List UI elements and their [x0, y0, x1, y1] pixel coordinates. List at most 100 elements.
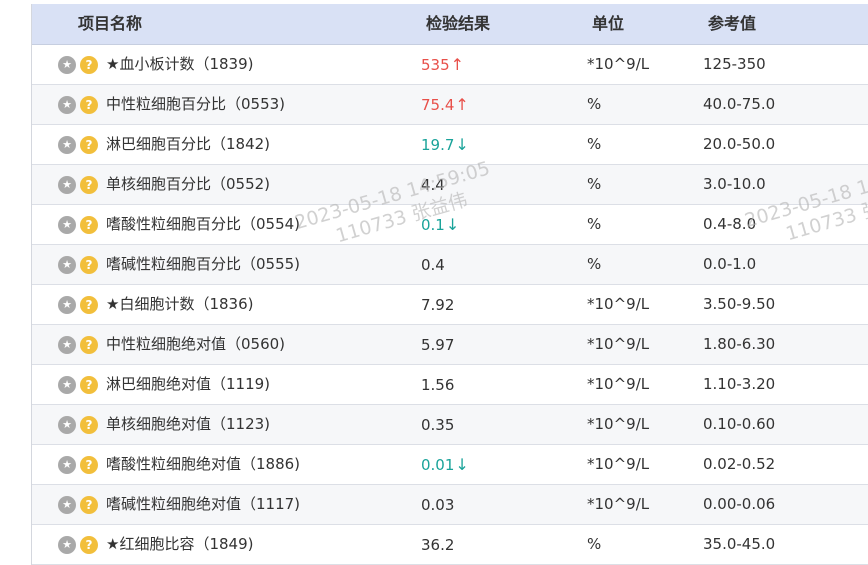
- reference-range: 0.4-8.0: [703, 215, 757, 233]
- favorite-star-icon[interactable]: ★: [58, 56, 76, 74]
- unit: %: [587, 175, 602, 193]
- header-result: 检验结果: [426, 14, 491, 33]
- table-row[interactable]: ★? 嗜酸性粒细胞百分比（0554) 0.1↓% 0.4-8.0: [32, 205, 868, 245]
- result-value: 0.1↓: [421, 205, 459, 245]
- result-value: 7.92: [421, 285, 455, 325]
- favorite-star-icon[interactable]: ★: [58, 176, 76, 194]
- help-icon[interactable]: ?: [80, 216, 98, 234]
- help-icon[interactable]: ?: [80, 336, 98, 354]
- result-value: 0.03: [421, 485, 455, 525]
- table-row[interactable]: ★? 中性粒细胞百分比（0553) 75.4↑% 40.0-75.0: [32, 85, 868, 125]
- item-name: 中性粒细胞绝对值（0560): [106, 335, 286, 353]
- result-number: 0.1: [421, 216, 445, 234]
- item-name: 单核细胞绝对值（1123): [106, 415, 271, 433]
- reference-range: 0.10-0.60: [703, 415, 776, 433]
- result-number: 4.4: [421, 176, 445, 194]
- arrow-up-icon: ↑: [450, 55, 465, 74]
- favorite-star-icon[interactable]: ★: [58, 96, 76, 114]
- favorite-star-icon[interactable]: ★: [58, 416, 76, 434]
- table-row[interactable]: ★? 淋巴细胞百分比（1842) 19.7↓% 20.0-50.0: [32, 125, 868, 165]
- arrow-down-icon: ↓: [445, 215, 460, 234]
- reference-range: 20.0-50.0: [703, 135, 776, 153]
- unit: *10^9/L: [587, 335, 650, 353]
- table-row[interactable]: ★? 中性粒细胞绝对值（0560) 5.97 *10^9/L 1.80-6.30: [32, 325, 868, 365]
- item-name: 淋巴细胞百分比（1842): [106, 135, 271, 153]
- unit: *10^9/L: [587, 375, 650, 393]
- table-row[interactable]: ★? ★白细胞计数（1836) 7.92 *10^9/L 3.50-9.50: [32, 285, 868, 325]
- table-row[interactable]: ★? 淋巴细胞绝对值（1119) 1.56 *10^9/L 1.10-3.20: [32, 365, 868, 405]
- favorite-star-icon[interactable]: ★: [58, 336, 76, 354]
- arrow-down-icon: ↓: [455, 135, 469, 154]
- table-row[interactable]: ★? 嗜酸性粒细胞绝对值（1886) 0.01↓ *10^9/L 0.02-0.52: [32, 445, 868, 485]
- unit: %: [587, 135, 602, 153]
- reference-range: 1.80-6.30: [703, 335, 776, 353]
- unit: %: [587, 535, 602, 553]
- help-icon[interactable]: ?: [80, 536, 98, 554]
- item-name: ★红细胞比容（1849): [106, 535, 254, 553]
- table-row[interactable]: ★? ★血小板计数（1839) 535↑ *10^9/L 125-350: [32, 45, 868, 85]
- header-name: 项目名称: [78, 14, 143, 33]
- item-name: 中性粒细胞百分比（0553): [106, 95, 286, 113]
- result-value: 1.56: [421, 365, 455, 405]
- help-icon[interactable]: ?: [80, 496, 98, 514]
- result-number: 0.01: [421, 456, 455, 474]
- table-row[interactable]: ★? 单核细胞绝对值（1123) 0.35 *10^9/L 0.10-0.60: [32, 405, 868, 445]
- unit: *10^9/L: [587, 415, 650, 433]
- reference-range: 0.0-1.0: [703, 255, 757, 273]
- arrow-down-icon: ↓: [455, 455, 469, 474]
- result-number: 36.2: [421, 536, 455, 554]
- favorite-star-icon[interactable]: ★: [58, 256, 76, 274]
- result-value: 5.97: [421, 325, 455, 365]
- help-icon[interactable]: ?: [80, 296, 98, 314]
- help-icon[interactable]: ?: [80, 256, 98, 274]
- arrow-up-icon: ↑: [455, 95, 469, 114]
- table-body: ★? ★血小板计数（1839) 535↑ *10^9/L 125-350 ★? 中性粒细胞百…: [32, 45, 868, 565]
- help-icon[interactable]: ?: [80, 376, 98, 394]
- header-unit: 单位: [592, 14, 625, 33]
- item-name: 嗜酸性粒细胞百分比（0554): [106, 215, 301, 233]
- result-value: 36.2: [421, 525, 455, 565]
- help-icon[interactable]: ?: [80, 96, 98, 114]
- favorite-star-icon[interactable]: ★: [58, 376, 76, 394]
- table-row[interactable]: ★? ★红细胞比容（1849) 36.2% 35.0-45.0: [32, 525, 868, 565]
- result-number: 7.92: [421, 296, 455, 314]
- reference-range: 0.00-0.06: [703, 495, 776, 513]
- reference-range: 3.50-9.50: [703, 295, 776, 313]
- result-number: 19.7: [421, 136, 455, 154]
- favorite-star-icon[interactable]: ★: [58, 536, 76, 554]
- lab-results-table: 项目名称 检验结果 单位 参考值 ★? ★血小板计数（1839) 535↑ *10^9…: [31, 4, 868, 565]
- favorite-star-icon[interactable]: ★: [58, 496, 76, 514]
- help-icon[interactable]: ?: [80, 416, 98, 434]
- help-icon[interactable]: ?: [80, 176, 98, 194]
- item-name: ★血小板计数（1839): [106, 55, 254, 73]
- reference-range: 40.0-75.0: [703, 95, 776, 113]
- result-value: 535↑: [421, 45, 464, 85]
- reference-range: 125-350: [703, 55, 766, 73]
- result-number: 535: [421, 56, 450, 74]
- table-header: 项目名称 检验结果 单位 参考值: [32, 4, 868, 45]
- help-icon[interactable]: ?: [80, 56, 98, 74]
- item-name: ★白细胞计数（1836): [106, 295, 254, 313]
- help-icon[interactable]: ?: [80, 456, 98, 474]
- result-number: 5.97: [421, 336, 455, 354]
- item-name: 淋巴细胞绝对值（1119): [106, 375, 271, 393]
- result-number: 0.35: [421, 416, 455, 434]
- table-row[interactable]: ★? 单核细胞百分比（0552) 4.4% 3.0-10.0: [32, 165, 868, 205]
- result-number: 1.56: [421, 376, 455, 394]
- result-value: 19.7↓: [421, 125, 469, 165]
- unit: *10^9/L: [587, 295, 650, 313]
- favorite-star-icon[interactable]: ★: [58, 136, 76, 154]
- result-number: 0.03: [421, 496, 455, 514]
- result-value: 4.4: [421, 165, 446, 205]
- favorite-star-icon[interactable]: ★: [58, 216, 76, 234]
- table-row[interactable]: ★? 嗜碱性粒细胞百分比（0555) 0.4% 0.0-1.0: [32, 245, 868, 285]
- favorite-star-icon[interactable]: ★: [58, 456, 76, 474]
- unit: *10^9/L: [587, 495, 650, 513]
- result-value: 75.4↑: [421, 85, 469, 125]
- item-name: 嗜碱性粒细胞百分比（0555): [106, 255, 301, 273]
- unit: %: [587, 255, 602, 273]
- unit: *10^9/L: [587, 55, 650, 73]
- favorite-star-icon[interactable]: ★: [58, 296, 76, 314]
- table-row[interactable]: ★? 嗜碱性粒细胞绝对值（1117) 0.03 *10^9/L 0.00-0.06: [32, 485, 868, 525]
- help-icon[interactable]: ?: [80, 136, 98, 154]
